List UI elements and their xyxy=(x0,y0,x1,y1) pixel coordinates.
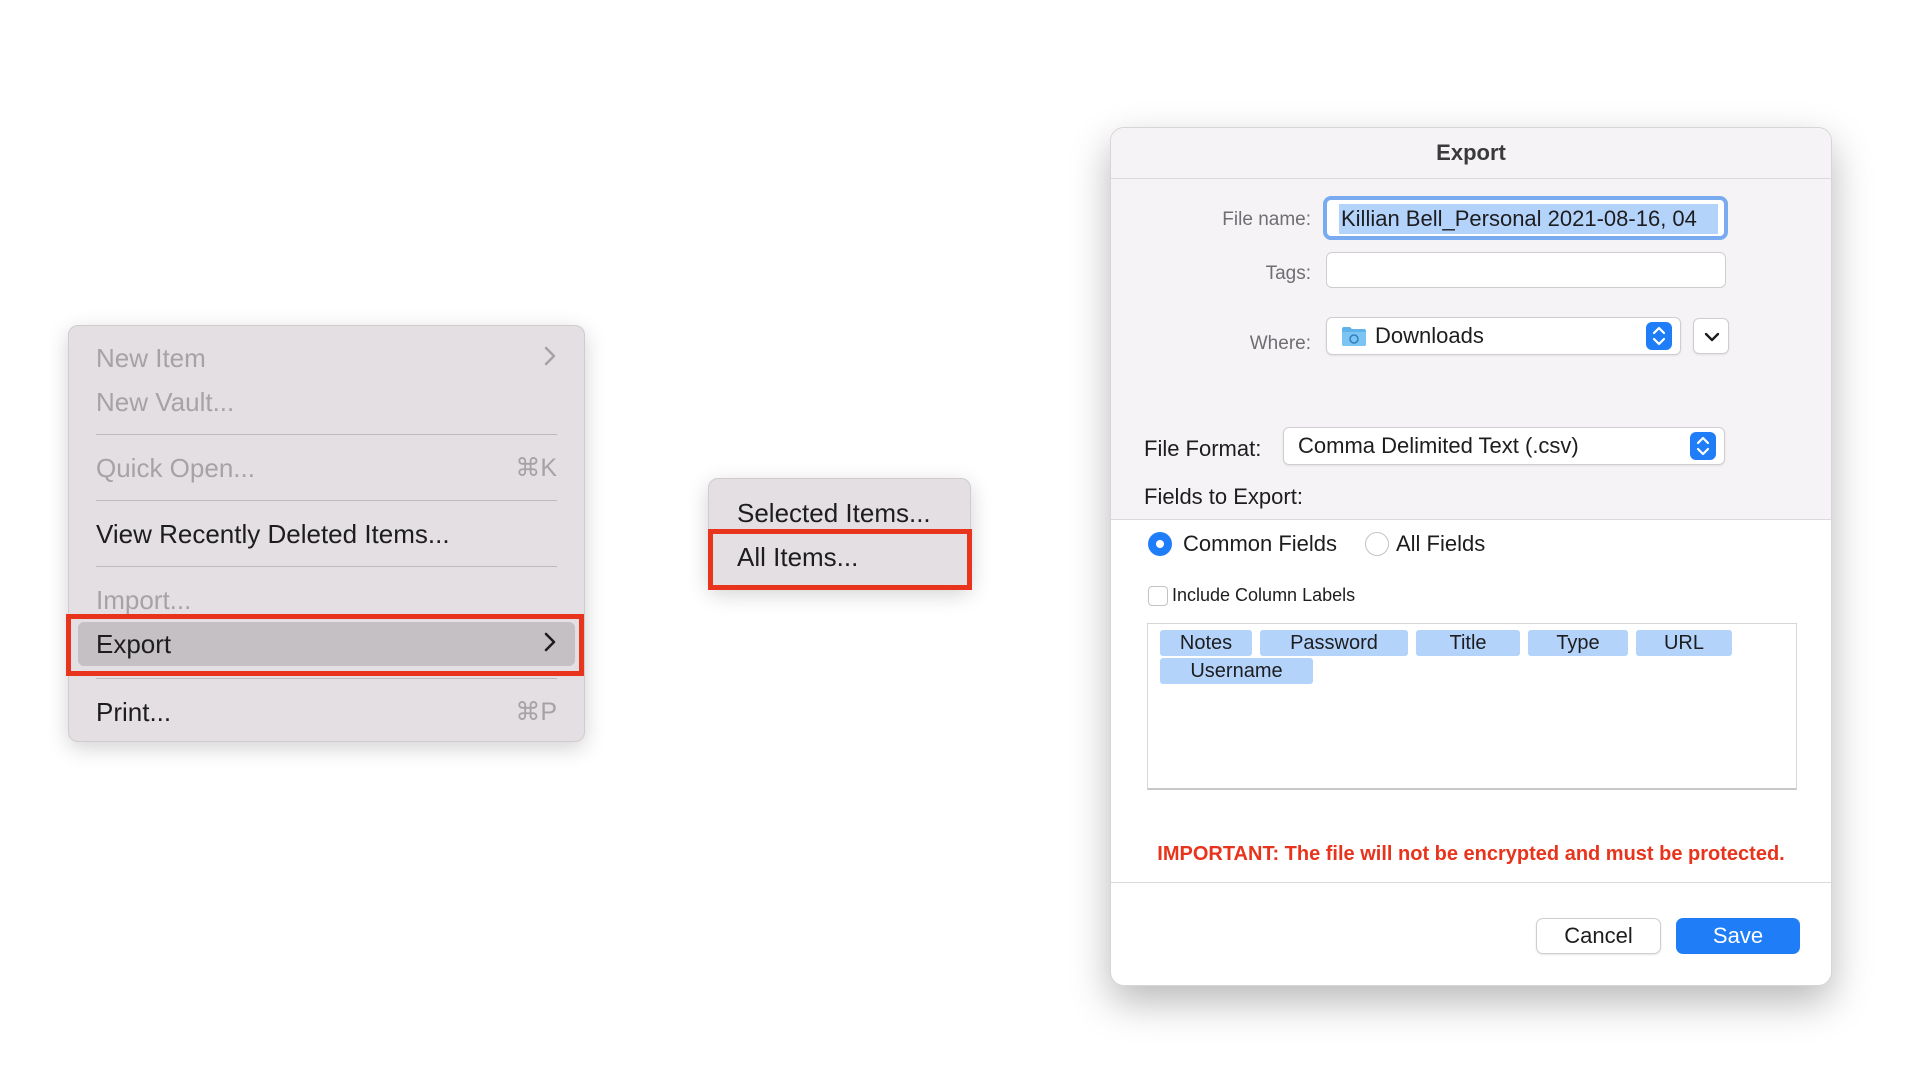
include-column-labels-label[interactable]: Include Column Labels xyxy=(1172,585,1355,606)
dialog-title-bar: Export xyxy=(1111,128,1831,179)
radio-common-fields[interactable] xyxy=(1148,532,1172,556)
fields-token-area[interactable]: Notes Password Title Type URL Username xyxy=(1147,623,1797,790)
field-token[interactable]: Type xyxy=(1528,630,1628,656)
menu-item-label: New Item xyxy=(96,342,206,373)
menu-item-new-vault: New Vault... xyxy=(96,382,557,422)
tags-label: Tags: xyxy=(1265,263,1311,284)
updown-stepper-icon xyxy=(1646,322,1672,350)
save-button[interactable]: Save xyxy=(1676,918,1800,954)
fields-to-export-label: Fields to Export: xyxy=(1144,484,1303,509)
menu-separator xyxy=(96,434,557,435)
include-column-labels-checkbox[interactable] xyxy=(1148,586,1168,606)
chevron-down-icon xyxy=(1703,330,1721,349)
cancel-button[interactable]: Cancel xyxy=(1536,918,1661,954)
menu-separator xyxy=(96,500,557,501)
menu-separator xyxy=(96,566,557,567)
export-callout-box xyxy=(66,614,584,676)
menu-item-label: Print... xyxy=(96,696,172,727)
menu-item-view-recently-deleted[interactable]: View Recently Deleted Items... xyxy=(96,514,557,554)
submenu-item-selected-items[interactable]: Selected Items... xyxy=(737,493,931,533)
chevron-right-icon xyxy=(543,345,557,371)
submenu-item-label: Selected Items... xyxy=(737,497,931,528)
where-label: Where: xyxy=(1249,333,1311,354)
menu-item-label: Quick Open... xyxy=(96,452,255,483)
menu-item-quick-open: Quick Open... ⌘K xyxy=(96,448,557,488)
unencrypted-warning: IMPORTANT: The file will not be encrypte… xyxy=(1157,843,1785,865)
field-token[interactable]: Username xyxy=(1160,658,1313,684)
radio-all-fields-label[interactable]: All Fields xyxy=(1396,531,1485,557)
menu-item-label: View Recently Deleted Items... xyxy=(96,518,450,549)
footer-divider xyxy=(1111,882,1831,883)
menu-item-print[interactable]: Print... ⌘P xyxy=(96,692,557,732)
folder-icon xyxy=(1341,325,1367,347)
file-format-value: Comma Delimited Text (.csv) xyxy=(1298,433,1579,458)
radio-common-fields-label[interactable]: Common Fields xyxy=(1183,531,1337,557)
menu-item-shortcut: ⌘P xyxy=(515,698,557,726)
all-items-callout-box xyxy=(708,529,972,590)
file-menu-content: New Item New Vault... Quick Open... ⌘K V… xyxy=(68,325,585,742)
dialog-title: Export xyxy=(1436,140,1506,165)
expand-browser-button[interactable] xyxy=(1693,318,1729,354)
where-popup[interactable]: Downloads xyxy=(1326,317,1681,355)
field-token[interactable]: URL xyxy=(1636,630,1732,656)
updown-stepper-icon xyxy=(1690,432,1716,460)
menu-item-new-item: New Item xyxy=(96,338,557,378)
file-name-label: File name: xyxy=(1222,209,1311,230)
file-format-label: File Format: xyxy=(1144,436,1262,461)
menu-separator xyxy=(96,678,557,679)
menu-item-label: Import... xyxy=(96,584,192,615)
file-name-value: Killian Bell_Personal 2021-08-16, 04 xyxy=(1339,204,1718,234)
file-format-popup[interactable]: Comma Delimited Text (.csv) xyxy=(1283,427,1725,465)
where-value: Downloads xyxy=(1375,323,1484,348)
file-name-field[interactable]: Killian Bell_Personal 2021-08-16, 04 xyxy=(1323,196,1728,240)
menu-item-shortcut: ⌘K xyxy=(515,454,557,482)
tags-field[interactable] xyxy=(1326,252,1726,288)
export-dialog: Export File name: Killian Bell_Personal … xyxy=(1110,127,1832,986)
save-location-panel: File name: Killian Bell_Personal 2021-08… xyxy=(1111,179,1831,520)
field-token[interactable]: Title xyxy=(1416,630,1520,656)
menu-item-label: New Vault... xyxy=(96,386,235,417)
field-token[interactable]: Password xyxy=(1260,630,1408,656)
field-token[interactable]: Notes xyxy=(1160,630,1252,656)
radio-all-fields[interactable] xyxy=(1365,532,1389,556)
